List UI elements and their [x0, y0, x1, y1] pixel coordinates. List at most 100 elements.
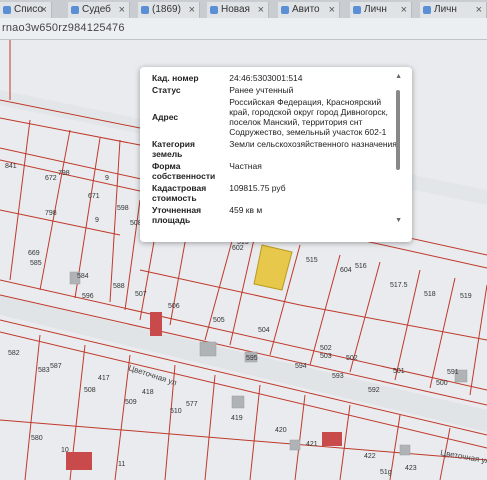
plot-number-label: 504 [258, 327, 270, 334]
info-value: Земли сельскохозяйственного назначения [229, 139, 397, 149]
favicon-icon [71, 6, 79, 14]
tab-sudeb[interactable]: Судеб × [68, 2, 130, 18]
tab-spisok[interactable]: Списо × [0, 2, 52, 18]
info-key: Категория земель [152, 139, 195, 159]
info-row-status: Статус Ранее учтенный [152, 84, 398, 96]
plot-number-label: 594 [295, 363, 307, 370]
info-value: 109815.75 руб [229, 183, 286, 193]
tab-label: Личн [434, 4, 457, 15]
plot-number-label: 841 [5, 163, 17, 170]
plot-number-label: 582 [8, 350, 20, 357]
favicon-icon [210, 6, 218, 14]
close-icon[interactable]: × [476, 2, 482, 18]
close-icon[interactable]: × [41, 2, 47, 18]
close-icon[interactable]: × [119, 2, 125, 18]
browser-tab-strip: Списо × Судеб × (1869) × Новая × Авито × Личн… [0, 0, 487, 18]
scrollbar-thumb[interactable] [396, 90, 400, 170]
plot-number-label: 595 [246, 355, 258, 362]
plot-number-label: 422 [364, 453, 376, 460]
plot-number-label: 798 [58, 170, 70, 177]
plot-number-label: 507 [135, 291, 147, 298]
plot-number-label: 423 [405, 465, 417, 472]
info-value: 459 кв м [229, 205, 263, 215]
plot-number-label: 592 [368, 387, 380, 394]
close-icon[interactable]: × [401, 2, 407, 18]
tab-avito[interactable]: Авито × [278, 2, 340, 18]
cadastral-map[interactable]: 841 672 798 671 9 798 9 598 508 669 585 584 596 588 50… [0, 40, 487, 480]
plot-number-label: 672 [45, 175, 57, 182]
info-row-address: Адрес Российская Федерация, Красноярский… [152, 96, 398, 138]
plot-number-label: 506 [168, 303, 180, 310]
plot-number-label: 593 [332, 373, 344, 380]
plot-number-label: 508 [84, 387, 96, 394]
tab-novaya[interactable]: Новая × [207, 2, 269, 18]
plot-number-label: 505 [213, 317, 225, 324]
info-value: Частная [229, 161, 262, 171]
plot-number-label: 509 [125, 399, 137, 406]
info-row-ownership: Форма собственности Частная [152, 160, 398, 182]
plot-number-label: 10 [61, 447, 69, 454]
plot-number-label: 500 [436, 380, 448, 387]
plot-number-label: 584 [77, 273, 89, 280]
plot-number-label: 518 [424, 291, 436, 298]
plot-number-label: 503 [320, 353, 332, 360]
info-row-cad-number: Кад. номер 24:46:5303001:514 [152, 72, 398, 84]
plot-number-label: 602 [232, 245, 244, 252]
plot-number-label: 598 [117, 205, 129, 212]
info-value: Российская Федерация, Красноярский край,… [229, 97, 388, 137]
tab-label: Списо [14, 4, 43, 15]
plot-number-label: 591 [447, 369, 459, 376]
tab-label: Авито [292, 4, 320, 15]
plot-number-label: 501 [393, 368, 405, 375]
tab-label: (1869) [152, 4, 181, 15]
favicon-icon [353, 6, 361, 14]
close-icon[interactable]: × [189, 2, 195, 18]
info-value: Ранее учтенный [229, 85, 294, 95]
plot-number-label: 517.5 [390, 282, 408, 289]
tab-label: Судеб [82, 4, 111, 15]
close-icon[interactable]: × [258, 2, 264, 18]
plot-number-label: 583 [38, 367, 50, 374]
favicon-icon [423, 6, 431, 14]
parcel-info-popup: Кад. номер 24:46:5303001:514 Статус Ране… [140, 67, 412, 242]
info-row-land-category: Категория земель Земли сельскохозяйствен… [152, 138, 398, 160]
plot-number-label: 51g [380, 469, 392, 476]
plot-number-label: 669 [28, 250, 40, 257]
info-value: 24:46:5303001:514 [229, 73, 303, 83]
info-key: Кад. номер [152, 73, 199, 83]
plot-number-label: 419 [231, 415, 243, 422]
tab-lichn-1[interactable]: Личн × [350, 2, 412, 18]
info-row-area: Уточненная площадь 459 кв м [152, 204, 398, 226]
plot-number-label: 588 [113, 283, 125, 290]
address-text: rnao3w650rz984125476 [2, 22, 125, 34]
plot-number-label: 502 [346, 355, 358, 362]
close-icon[interactable]: × [329, 2, 335, 18]
plot-number-label: 577 [186, 401, 198, 408]
tab-lichn-2[interactable]: Личн × [420, 2, 487, 18]
info-key: Форма собственности [152, 161, 216, 181]
scroll-down-icon[interactable]: ▼ [395, 217, 402, 224]
plot-number-label: 798 [45, 210, 57, 217]
address-bar[interactable]: rnao3w650rz984125476 [0, 18, 487, 40]
favicon-icon [281, 6, 289, 14]
plot-number-label: 421 [306, 441, 318, 448]
plot-number-label: 587 [50, 363, 62, 370]
plot-number-label: 515 [306, 257, 318, 264]
plot-number-label: 596 [82, 293, 94, 300]
plot-number-label: 671 [88, 193, 100, 200]
plot-number-label: 418 [142, 389, 154, 396]
plot-number-label: 417 [98, 375, 110, 382]
plot-number-label: 604 [340, 267, 352, 274]
plot-number-label: 9 [105, 175, 109, 182]
scroll-up-icon[interactable]: ▲ [395, 73, 402, 80]
plot-number-label: 516 [355, 263, 367, 270]
plot-number-label: 519 [460, 293, 472, 300]
tab-mail[interactable]: (1869) × [138, 2, 200, 18]
info-key: Статус [152, 85, 181, 95]
plot-number-label: 9 [95, 217, 99, 224]
plot-number-label: 510 [170, 408, 182, 415]
info-key: Кадастровая стоимость [152, 183, 207, 203]
plot-number-label: 580 [31, 435, 43, 442]
parcel-info-table: Кад. номер 24:46:5303001:514 Статус Ране… [152, 72, 398, 226]
favicon-icon [141, 6, 149, 14]
